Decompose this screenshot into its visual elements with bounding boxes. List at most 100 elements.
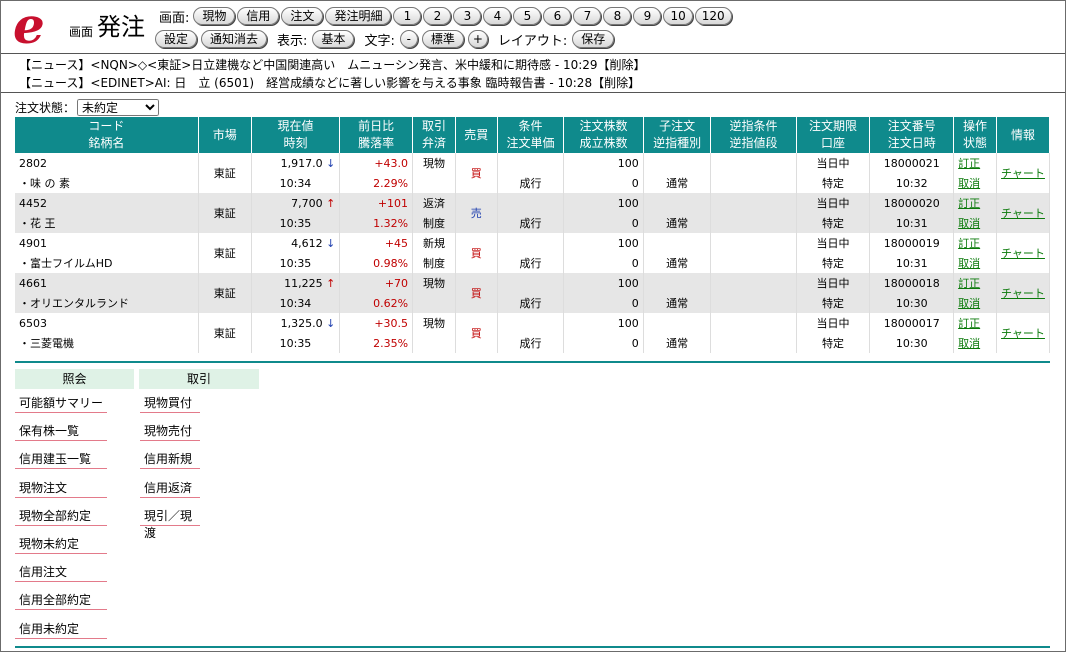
cancel-link[interactable]: 取消 bbox=[953, 333, 997, 353]
price-value: 1,325.0 bbox=[280, 316, 323, 330]
screen-button-1[interactable]: 1 bbox=[393, 7, 422, 25]
cell-stop-price bbox=[710, 213, 797, 233]
chart-link[interactable]: チャート bbox=[996, 193, 1050, 233]
cell-stop-type: 通常 bbox=[643, 333, 712, 353]
news-item-1[interactable]: 【ニュース】<NQN>◇<東証>日立建機など中国関連高い ムニューシン発言、米中… bbox=[19, 56, 646, 73]
screen-button-7[interactable]: 7 bbox=[573, 7, 602, 25]
menu-trade-item[interactable]: 現引／現渡 bbox=[140, 508, 200, 540]
cell-filled: 0 bbox=[563, 173, 644, 193]
menu-inquiry-item[interactable]: 可能額サマリー bbox=[15, 395, 107, 413]
layout-save-button[interactable]: 保存 bbox=[572, 30, 615, 48]
header-child-stoptype[interactable]: 子注文 逆指種別 bbox=[643, 117, 712, 153]
chart-link[interactable]: チャート bbox=[996, 233, 1050, 273]
clear-notifications-button[interactable]: 通知消去 bbox=[201, 30, 268, 48]
menu-trade-item[interactable]: 現物売付 bbox=[140, 423, 200, 441]
menu-inquiry-item[interactable]: 現物全部約定 bbox=[15, 508, 107, 526]
display-label: 表示: bbox=[277, 33, 308, 49]
settings-button[interactable]: 設定 bbox=[155, 30, 198, 48]
table-bottom-line bbox=[15, 361, 1050, 363]
screen-button-9[interactable]: 9 bbox=[633, 7, 662, 25]
header-stop-cond-price[interactable]: 逆指条件 逆指値段 bbox=[710, 117, 797, 153]
header-change: 前日比 bbox=[358, 119, 395, 133]
screen-button-order[interactable]: 注文 bbox=[281, 7, 324, 25]
header-code-name[interactable]: コード 銘柄名 bbox=[15, 117, 199, 153]
menu-inquiry-item[interactable]: 信用未約定 bbox=[15, 621, 107, 639]
header-term-account[interactable]: 注文期限 口座 bbox=[796, 117, 871, 153]
edit-link[interactable]: 訂正 bbox=[953, 153, 997, 173]
cancel-link[interactable]: 取消 bbox=[953, 253, 997, 273]
cell-change: +70 bbox=[339, 273, 414, 293]
cell-settle bbox=[412, 173, 456, 193]
table-row: 4661 東証 11,225 ↑ +70 現物 買 100 当日中 180000… bbox=[15, 273, 1050, 313]
menu-inquiry-item[interactable]: 現物注文 bbox=[15, 480, 107, 498]
svg-text:e: e bbox=[13, 3, 45, 49]
cancel-link[interactable]: 取消 bbox=[953, 173, 997, 193]
screen-button-8[interactable]: 8 bbox=[603, 7, 632, 25]
cell-price: 7,700 ↑ bbox=[251, 193, 341, 213]
header-side[interactable]: 売買 bbox=[455, 117, 498, 153]
cell-market: 東証 bbox=[198, 153, 252, 193]
menu-trade-item[interactable]: 現物買付 bbox=[140, 395, 200, 413]
screen-button-4[interactable]: 4 bbox=[483, 7, 512, 25]
screen-button-genbutsu[interactable]: 現物 bbox=[193, 7, 236, 25]
menu-trade-item[interactable]: 信用新規 bbox=[140, 451, 200, 469]
screen-button-5[interactable]: 5 bbox=[513, 7, 542, 25]
header-stop-cond: 逆指条件 bbox=[729, 119, 778, 133]
edit-link[interactable]: 訂正 bbox=[953, 233, 997, 253]
cell-filled: 0 bbox=[563, 253, 644, 273]
menu-inquiry-item[interactable]: 保有株一覧 bbox=[15, 423, 107, 441]
arrow-up-icon: ↑ bbox=[326, 196, 336, 210]
cell-stop-price bbox=[710, 173, 797, 193]
header-price-time[interactable]: 現在値 時刻 bbox=[251, 117, 341, 153]
cancel-link[interactable]: 取消 bbox=[953, 293, 997, 313]
header-change-rate[interactable]: 前日比 騰落率 bbox=[339, 117, 414, 153]
arrow-down-icon: ↓ bbox=[326, 156, 336, 170]
header-orderno-time[interactable]: 注文番号 注文日時 bbox=[869, 117, 955, 153]
page-title: 発注 bbox=[97, 13, 145, 41]
cell-term: 当日中 bbox=[796, 153, 871, 173]
order-status-select[interactable]: 未約定 bbox=[77, 99, 160, 116]
header-rate: 騰落率 bbox=[358, 136, 395, 150]
cell-trade: 返済 bbox=[412, 193, 456, 213]
cell-account: 特定 bbox=[796, 253, 871, 273]
chart-link[interactable]: チャート bbox=[996, 313, 1050, 353]
header-order-time: 注文日時 bbox=[887, 136, 936, 150]
edit-link[interactable]: 訂正 bbox=[953, 193, 997, 213]
news-item-2[interactable]: 【ニュース】<EDINET>AI: 日 立 (6501) 経営成績などに著しい影… bbox=[19, 74, 640, 91]
font-decrease-button[interactable]: - bbox=[399, 30, 418, 48]
menu-inquiry-item[interactable]: 信用注文 bbox=[15, 564, 107, 582]
cell-time: 10:34 bbox=[251, 173, 341, 193]
chart-link[interactable]: チャート bbox=[996, 273, 1050, 313]
screen-button-120[interactable]: 120 bbox=[694, 7, 732, 25]
header-op-state[interactable]: 操作 状態 bbox=[953, 117, 997, 153]
header-qty-filled[interactable]: 注文株数 成立株数 bbox=[563, 117, 644, 153]
chart-link[interactable]: チャート bbox=[996, 153, 1050, 193]
cancel-link[interactable]: 取消 bbox=[953, 213, 997, 233]
cell-stop-type: 通常 bbox=[643, 253, 712, 273]
header-trade-settle[interactable]: 取引 弁済 bbox=[412, 117, 456, 153]
menu-inquiry-item[interactable]: 信用建玉一覧 bbox=[15, 451, 107, 469]
header-condition-price[interactable]: 条件 注文単価 bbox=[497, 117, 565, 153]
display-basic-button[interactable]: 基本 bbox=[312, 30, 355, 48]
cell-time: 10:35 bbox=[251, 253, 341, 273]
menu-inquiry-item[interactable]: 現物未約定 bbox=[15, 536, 107, 554]
header-info[interactable]: 情報 bbox=[996, 117, 1050, 153]
header-market-label: 市場 bbox=[212, 127, 237, 142]
font-increase-button[interactable]: + bbox=[467, 30, 488, 48]
header-price: 現在値 bbox=[277, 119, 314, 133]
screen-button-2[interactable]: 2 bbox=[423, 7, 452, 25]
screen-button-10[interactable]: 10 bbox=[663, 7, 693, 25]
screen-button-6[interactable]: 6 bbox=[543, 7, 572, 25]
font-standard-button[interactable]: 標準 bbox=[421, 30, 464, 48]
header-market[interactable]: 市場 bbox=[198, 117, 252, 153]
e-logo-icon: e bbox=[13, 3, 45, 49]
cell-rate: 0.98% bbox=[339, 253, 414, 273]
menu-inquiry-item[interactable]: 信用全部約定 bbox=[15, 592, 107, 610]
edit-link[interactable]: 訂正 bbox=[953, 273, 997, 293]
screen-button-shinyo[interactable]: 信用 bbox=[237, 7, 280, 25]
price-value: 7,700 bbox=[291, 196, 323, 210]
screen-button-3[interactable]: 3 bbox=[453, 7, 482, 25]
menu-trade-item[interactable]: 信用返済 bbox=[140, 480, 200, 498]
screen-button-order-detail[interactable]: 発注明細 bbox=[325, 7, 392, 25]
edit-link[interactable]: 訂正 bbox=[953, 313, 997, 333]
